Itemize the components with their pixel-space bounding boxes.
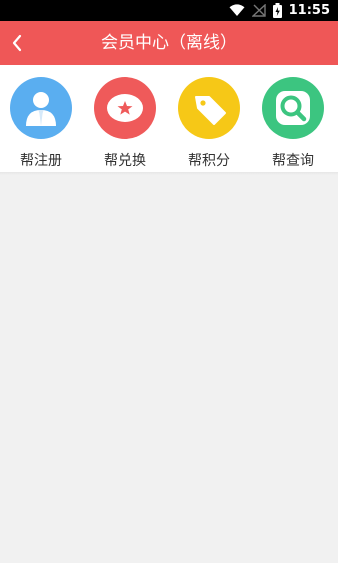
shortcut-label: 帮积分: [188, 153, 230, 169]
shortcut-label: 帮查询: [272, 153, 314, 169]
no-signal-icon: [251, 4, 266, 17]
status-time: 11:55: [288, 3, 330, 18]
back-button[interactable]: [0, 21, 34, 65]
shortcut-label: 帮注册: [20, 153, 62, 169]
shortcut-register[interactable]: 帮注册: [6, 77, 76, 169]
shortcut-query[interactable]: 帮查询: [258, 77, 328, 169]
chevron-left-icon: [12, 34, 22, 52]
redeem-icon-circle: [94, 77, 156, 139]
wifi-icon: [229, 4, 245, 16]
status-icons: 11:55: [229, 2, 330, 19]
shortcut-label: 帮兑换: [104, 153, 146, 169]
shortcut-redeem[interactable]: 帮兑换: [90, 77, 160, 169]
search-icon: [276, 91, 310, 125]
user-icon: [26, 92, 56, 126]
shortcut-panel: 帮注册 帮兑换 帮积分 帮查询: [0, 65, 338, 173]
register-icon-circle: [10, 77, 72, 139]
page-title: 会员中心（离线）: [101, 33, 237, 53]
query-icon-circle: [262, 77, 324, 139]
star-badge-icon: [107, 94, 143, 122]
points-icon-circle: [178, 77, 240, 139]
shortcut-points[interactable]: 帮积分: [174, 77, 244, 169]
tag-icon: [195, 96, 226, 125]
status-bar: 11:55: [0, 0, 338, 21]
battery-icon: [272, 3, 282, 18]
panel-divider: [0, 172, 338, 175]
title-bar: 会员中心（离线）: [0, 21, 338, 65]
